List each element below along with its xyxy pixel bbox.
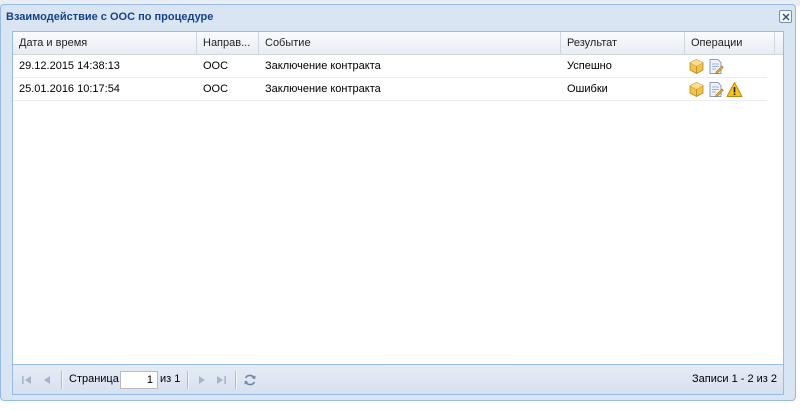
close-button[interactable] xyxy=(779,10,792,23)
document-edit-icon[interactable] xyxy=(707,81,724,98)
cell-datetime: 29.12.2015 14:38:13 xyxy=(19,60,120,72)
events-grid: Дата и время Направ... Событие Результат… xyxy=(12,31,784,365)
toolbar-separator xyxy=(61,371,63,389)
next-page-button[interactable] xyxy=(194,372,210,388)
page-label: Страница xyxy=(69,373,119,385)
page-number-input[interactable] xyxy=(120,371,158,389)
column-header-direction[interactable]: Направ... xyxy=(197,32,259,54)
first-page-icon xyxy=(22,376,31,384)
cell-operations xyxy=(685,78,767,100)
cell-result: Успешно xyxy=(567,60,612,72)
table-row[interactable]: 25.01.2016 10:17:54 ООС Заключение контр… xyxy=(13,78,767,101)
paging-toolbar: Страница из 1 Записи 1 - 2 из 2 xyxy=(12,365,784,395)
records-info: Записи 1 - 2 из 2 xyxy=(692,373,777,385)
column-header-datetime[interactable]: Дата и время xyxy=(13,32,197,54)
close-icon xyxy=(782,13,790,21)
cell-event: Заключение контракта xyxy=(265,60,381,72)
document-edit-icon[interactable] xyxy=(707,58,724,75)
prev-page-button[interactable] xyxy=(39,372,55,388)
prev-page-icon xyxy=(44,376,50,384)
toolbar-separator xyxy=(187,371,189,389)
toolbar-separator xyxy=(235,371,237,389)
cell-direction: ООС xyxy=(203,83,229,95)
grid-header: Дата и время Направ... Событие Результат… xyxy=(13,32,783,55)
cell-operations xyxy=(685,55,767,77)
package-icon[interactable] xyxy=(688,58,705,75)
column-header-operations[interactable]: Операции xyxy=(685,32,775,54)
page-total-label: из 1 xyxy=(160,373,181,385)
cell-direction: ООС xyxy=(203,60,229,72)
warning-icon[interactable] xyxy=(726,81,743,98)
window-title: Взаимодействие с ООС по процедуре xyxy=(6,11,214,23)
cell-datetime: 25.01.2016 10:17:54 xyxy=(19,83,120,95)
interaction-window: Взаимодействие с ООС по процедуре Дата и… xyxy=(0,4,796,401)
column-header-result[interactable]: Результат xyxy=(561,32,685,54)
first-page-button[interactable] xyxy=(19,372,35,388)
next-page-icon xyxy=(199,376,205,384)
column-header-event[interactable]: Событие xyxy=(259,32,561,54)
last-page-button[interactable] xyxy=(213,372,229,388)
window-header: Взаимодействие с ООС по процедуре xyxy=(1,5,795,28)
table-row[interactable]: 29.12.2015 14:38:13 ООС Заключение контр… xyxy=(13,55,767,78)
cell-result: Ошибки xyxy=(567,83,608,95)
refresh-button[interactable] xyxy=(242,372,258,388)
last-page-icon xyxy=(217,376,226,384)
refresh-icon xyxy=(244,374,256,386)
cell-event: Заключение контракта xyxy=(265,83,381,95)
package-icon[interactable] xyxy=(688,81,705,98)
